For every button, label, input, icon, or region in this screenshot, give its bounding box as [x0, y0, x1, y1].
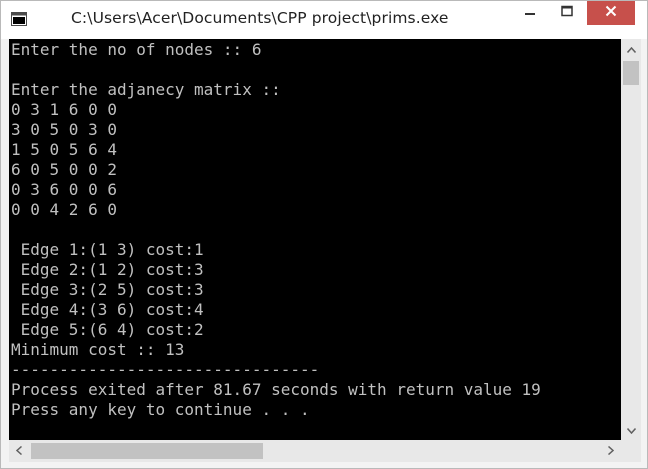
console-line: Enter the adjanecy matrix ::	[11, 80, 281, 99]
close-icon	[605, 4, 617, 22]
console-line: --------------------------------	[11, 360, 320, 379]
horizontal-scroll-thumb[interactable]	[31, 443, 263, 459]
console-line: Edge 2:(1 2) cost:3	[11, 260, 204, 279]
arrow-down-icon	[626, 421, 636, 439]
console-line: Edge 4:(3 6) cost:4	[11, 300, 204, 319]
arrow-up-icon	[626, 40, 636, 58]
console-line: Process exited after 81.67 seconds with …	[11, 380, 541, 399]
vertical-scroll-thumb[interactable]	[623, 61, 639, 85]
scroll-left-button[interactable]	[9, 440, 29, 462]
size-grip[interactable]	[621, 440, 641, 462]
window-title: C:\Users\Acer\Documents\CPP project\prim…	[71, 9, 449, 27]
console-line: 1 5 0 5 6 4	[11, 140, 117, 159]
console-output-area[interactable]: Enter the no of nodes :: 6Enter the adja…	[9, 39, 621, 440]
console-line: Minimum cost :: 13	[11, 340, 185, 359]
console-line: Edge 5:(6 4) cost:2	[11, 320, 204, 339]
scroll-down-button[interactable]	[621, 420, 641, 440]
console-line: Edge 3:(2 5) cost:3	[11, 280, 204, 299]
maximize-icon	[561, 4, 573, 22]
arrow-left-icon	[15, 442, 22, 460]
arrow-right-icon	[608, 442, 615, 460]
minimize-button[interactable]	[507, 1, 553, 25]
minimize-icon	[524, 4, 536, 22]
console-line: Press any key to continue . . .	[11, 400, 310, 419]
console-line: 0 3 1 6 0 0	[11, 100, 117, 119]
console-line: Edge 1:(1 3) cost:1	[11, 240, 204, 259]
console-line: 6 0 5 0 0 2	[11, 160, 117, 179]
maximize-button[interactable]	[553, 1, 581, 25]
console-line: 3 0 5 0 3 0	[11, 120, 117, 139]
close-button[interactable]	[587, 1, 635, 25]
console-line: 0 3 6 0 0 6	[11, 180, 117, 199]
console-app-icon[interactable]	[11, 12, 27, 26]
console-window: C:\Users\Acer\Documents\CPP project\prim…	[0, 0, 648, 469]
console-text: Enter the no of nodes :: 6Enter the adja…	[11, 40, 541, 420]
console-line: 0 0 4 2 6 0	[11, 200, 117, 219]
horizontal-scrollbar[interactable]	[9, 440, 621, 462]
console-line: Enter the no of nodes :: 6	[11, 40, 262, 59]
scroll-up-button[interactable]	[621, 39, 641, 59]
title-bar[interactable]: C:\Users\Acer\Documents\CPP project\prim…	[1, 1, 647, 39]
vertical-scrollbar[interactable]	[621, 39, 641, 440]
scroll-right-button[interactable]	[601, 440, 621, 462]
